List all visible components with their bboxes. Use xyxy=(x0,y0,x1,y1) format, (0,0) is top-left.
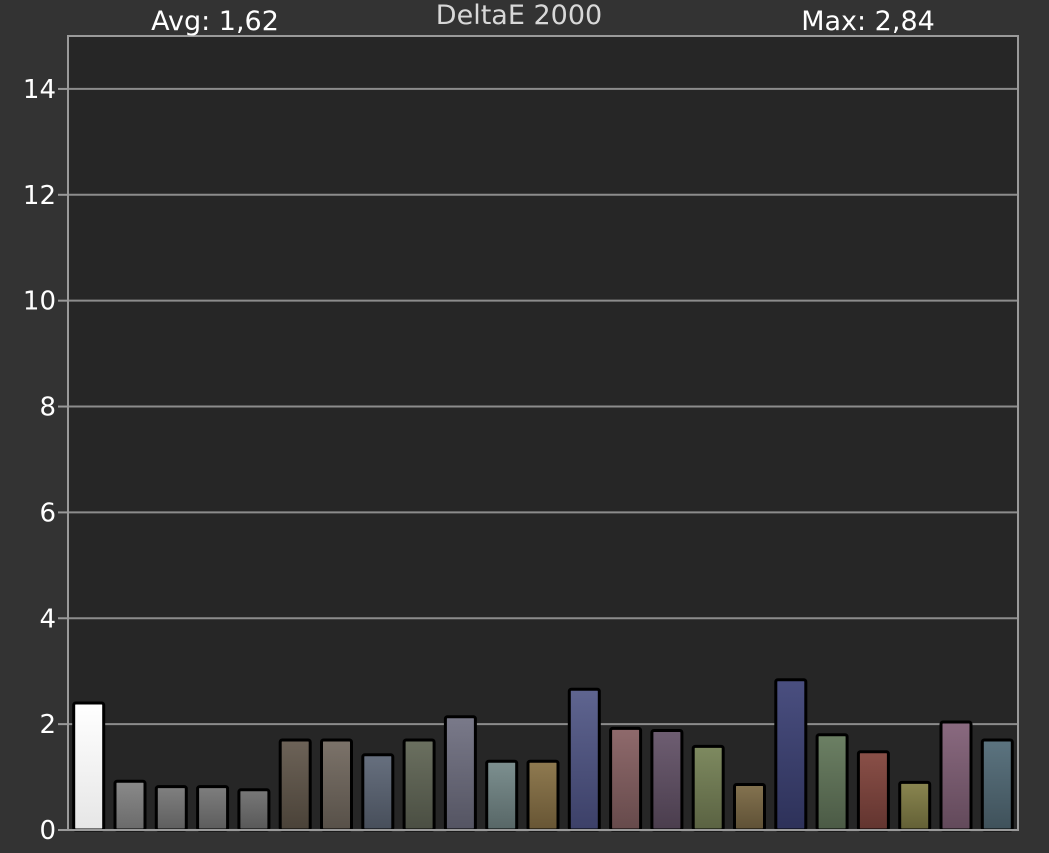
y-tick-label: 2 xyxy=(39,710,56,740)
bar xyxy=(856,750,890,832)
bar xyxy=(898,780,932,832)
chart-title: DeltaE 2000 xyxy=(436,0,602,31)
y-tick-label: 10 xyxy=(23,287,56,317)
y-tick-label: 0 xyxy=(39,816,56,846)
deltae-bar-chart: 0 2 4 6 8 10 12 14 Avg: 1,62 DeltaE 2000 Max: 2… xyxy=(0,0,1049,853)
bar xyxy=(320,738,353,832)
bar xyxy=(72,701,106,832)
bar xyxy=(113,779,147,832)
bar xyxy=(237,788,271,832)
bar xyxy=(980,738,1014,832)
plot-area xyxy=(68,36,1018,830)
bar xyxy=(567,687,601,832)
chart-container: 0 2 4 6 8 10 12 14 Avg: 1,62 DeltaE 2000 Max: 2… xyxy=(0,0,1049,853)
bar xyxy=(361,753,395,832)
y-tick-label: 4 xyxy=(39,604,56,634)
bar xyxy=(650,729,684,832)
y-tick-label: 6 xyxy=(39,498,56,528)
bar xyxy=(691,744,725,832)
bar xyxy=(402,738,436,832)
bar xyxy=(154,785,188,832)
bar xyxy=(733,783,766,832)
bar xyxy=(815,733,849,832)
avg-label: Avg: 1,62 xyxy=(151,6,279,37)
y-tick-label: 8 xyxy=(39,393,56,423)
bar xyxy=(278,738,312,832)
y-tick-label: 14 xyxy=(23,75,56,105)
bar xyxy=(939,720,973,832)
bar xyxy=(609,726,643,832)
y-tick-label: 12 xyxy=(23,181,56,211)
bar xyxy=(526,759,560,832)
bar xyxy=(443,715,477,832)
max-label: Max: 2,84 xyxy=(801,6,935,37)
bar xyxy=(196,785,230,832)
bar xyxy=(774,678,808,832)
bar xyxy=(485,759,519,832)
